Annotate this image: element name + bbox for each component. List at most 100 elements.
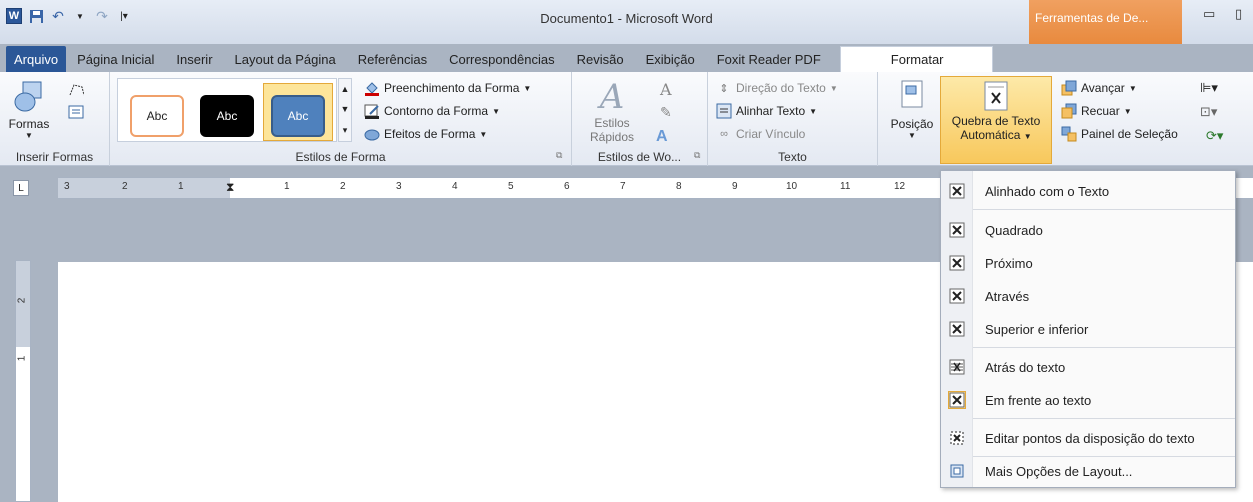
tab-selector[interactable]: L <box>13 180 29 196</box>
ruler-number: 4 <box>452 181 458 192</box>
edit-shape-icon[interactable] <box>68 82 84 98</box>
menu-item-label: Quadrado <box>985 222 1043 238</box>
ruler-number: 9 <box>732 181 738 192</box>
tab-formatar[interactable]: Formatar <box>839 46 993 72</box>
painel-de-selecao-button[interactable]: Painel de Seleção <box>1061 126 1178 142</box>
ruler-number: 8 <box>676 181 682 192</box>
text-wrap-dropdown-menu: Alinhado com o Texto Quadrado Próximo At… <box>940 170 1236 488</box>
contorno-label: Contorno da Forma <box>384 104 489 118</box>
formas-label: Formas <box>8 117 50 131</box>
ruler-number: 7 <box>620 181 626 192</box>
ruler-margin-left <box>58 178 230 198</box>
menu-item-label: Alinhado com o Texto <box>985 183 1110 199</box>
ruler-number: 11 <box>840 181 851 192</box>
gallery-scroll[interactable]: ▲ ▼ ▾ <box>338 78 352 142</box>
menu-item-mais-opcoes-de-layout[interactable]: Mais Opções de Layout... <box>941 456 1235 486</box>
tab-correspondencias[interactable]: Correspondências <box>438 46 566 72</box>
group-label-texto: Texto <box>778 150 807 164</box>
chevron-down-icon: ▼ <box>492 106 500 116</box>
indent-marker-icon[interactable]: ⧗ <box>226 180 234 195</box>
menu-item-quadrado[interactable]: Quadrado <box>941 215 1235 245</box>
minimize-icon[interactable]: ▭ <box>1203 6 1215 22</box>
align-text-icon <box>716 103 732 119</box>
send-backward-icon <box>1061 103 1077 119</box>
ruler-number: 12 <box>894 181 906 192</box>
posicao-button[interactable]: Posição ▼ <box>886 78 938 158</box>
ruler-number: 5 <box>508 181 514 192</box>
text-outline-icon[interactable]: ✎ <box>660 104 672 121</box>
shape-style-orange[interactable]: Abc <box>130 95 184 137</box>
shape-style-black[interactable]: Abc <box>200 95 254 137</box>
tab-pagina-inicial[interactable]: Página Inicial <box>66 46 165 72</box>
gallery-up-icon[interactable]: ▲ <box>341 84 350 94</box>
tab-arquivo[interactable]: Arquivo <box>6 46 67 72</box>
tab-referencias[interactable]: Referências <box>347 46 438 72</box>
contorno-da-forma-button[interactable]: Contorno da Forma ▼ <box>364 103 500 119</box>
recuar-button[interactable]: Recuar ▼ <box>1061 103 1132 119</box>
text-wrap-icon <box>984 81 1008 111</box>
chevron-down-icon: ▼ <box>829 83 838 93</box>
menu-item-atras-do-texto[interactable]: Atrás do texto <box>941 352 1235 382</box>
efeitos-de-forma-button[interactable]: Efeitos de Forma ▼ <box>364 126 487 142</box>
menu-item-editar-pontos[interactable]: Editar pontos da disposição do texto <box>941 423 1235 453</box>
menu-item-alinhado-com-o-texto[interactable]: Alinhado com o Texto <box>941 176 1235 206</box>
gallery-down-icon[interactable]: ▼ <box>341 104 350 114</box>
tab-revisao[interactable]: Revisão <box>566 46 635 72</box>
quebra-label-2: Automática ▼ <box>941 128 1051 142</box>
text-fill-icon[interactable]: A <box>660 80 672 99</box>
rotate-icon[interactable]: ⟳▾ <box>1206 128 1223 144</box>
menu-separator <box>973 347 1235 348</box>
chevron-down-icon: ▼ <box>1123 106 1132 116</box>
menu-item-label: Em frente ao texto <box>985 392 1092 408</box>
group-label-estilos-de-forma: Estilos de Forma <box>295 150 386 164</box>
estilos-rapidos-button[interactable]: A Estilos Rápidos <box>582 78 642 148</box>
avancar-button[interactable]: Avançar ▼ <box>1061 80 1137 96</box>
chevron-down-icon: ▼ <box>1128 83 1137 93</box>
menu-item-label: Próximo <box>985 255 1033 271</box>
dialog-launcher-icon[interactable]: ⧉ <box>694 150 700 161</box>
menu-item-em-frente-ao-texto[interactable]: Em frente ao texto <box>941 385 1235 415</box>
tab-layout-da-pagina[interactable]: Layout da Página <box>224 46 347 72</box>
pen-outline-icon <box>364 103 380 119</box>
menu-separator <box>973 418 1235 419</box>
chevron-down-icon: ▼ <box>479 129 488 139</box>
context-tab-drawing-tools[interactable]: Ferramentas de De... <box>1029 0 1182 44</box>
chevron-down-icon: ▼ <box>908 131 916 140</box>
menu-item-atraves[interactable]: Através <box>941 281 1235 311</box>
chevron-down-icon: ▼ <box>1023 132 1032 141</box>
group-label-inserir-formas: Inserir Formas <box>15 150 94 164</box>
top-bottom-wrap-icon <box>948 320 966 338</box>
link-icon: ∞ <box>720 128 728 140</box>
align-icon[interactable]: ⊫▾ <box>1200 80 1218 96</box>
criar-vinculo-button[interactable]: ∞ Criar Vínculo <box>716 126 805 142</box>
estilos-label: Estilos <box>594 116 630 130</box>
title-bar: W ↶ ▼ ↷ |▾ Documento1 - Microsoft Word F… <box>0 0 1253 44</box>
formas-button[interactable]: Formas ▼ <box>6 78 52 148</box>
gallery-more-icon[interactable]: ▾ <box>343 125 348 136</box>
tab-exibicao[interactable]: Exibição <box>635 46 706 72</box>
wordart-a-icon: A <box>599 77 625 117</box>
restore-icon[interactable]: ▯ <box>1235 6 1242 22</box>
text-effects-icon[interactable]: A <box>656 128 668 146</box>
preenchimento-da-forma-button[interactable]: Preenchimento da Forma ▼ <box>364 80 531 96</box>
tab-foxit-reader-pdf[interactable]: Foxit Reader PDF <box>706 46 832 72</box>
vruler-margin-top <box>16 261 30 347</box>
shapes-icon <box>14 81 42 112</box>
quebra-de-texto-automatica-button[interactable]: Quebra de Texto Automática ▼ <box>940 76 1052 164</box>
tab-inserir[interactable]: Inserir <box>165 46 223 72</box>
ruler-number: 10 <box>786 181 798 192</box>
menu-item-label: Atrás do texto <box>985 359 1066 375</box>
quebra-label-1: Quebra de Texto <box>951 114 1041 128</box>
shape-style-blue[interactable]: Abc <box>271 95 325 137</box>
menu-item-superior-e-inferior[interactable]: Superior e inferior <box>941 314 1235 344</box>
direcao-do-texto-button[interactable]: ⇕ Direção do Texto ▼ <box>716 80 838 96</box>
group-objects-icon[interactable]: ⊡▾ <box>1200 104 1217 120</box>
dialog-launcher-icon[interactable]: ⧉ <box>556 150 562 161</box>
menu-item-proximo[interactable]: Próximo <box>941 248 1235 278</box>
ruler-number: 1 <box>178 181 184 192</box>
text-box-icon[interactable] <box>68 104 84 120</box>
menu-item-label: Superior e inferior <box>985 321 1089 337</box>
alinhar-texto-button[interactable]: Alinhar Texto ▼ <box>716 103 817 119</box>
menu-item-label: Através <box>985 288 1030 304</box>
vertical-ruler[interactable]: 2 1 <box>15 260 31 502</box>
